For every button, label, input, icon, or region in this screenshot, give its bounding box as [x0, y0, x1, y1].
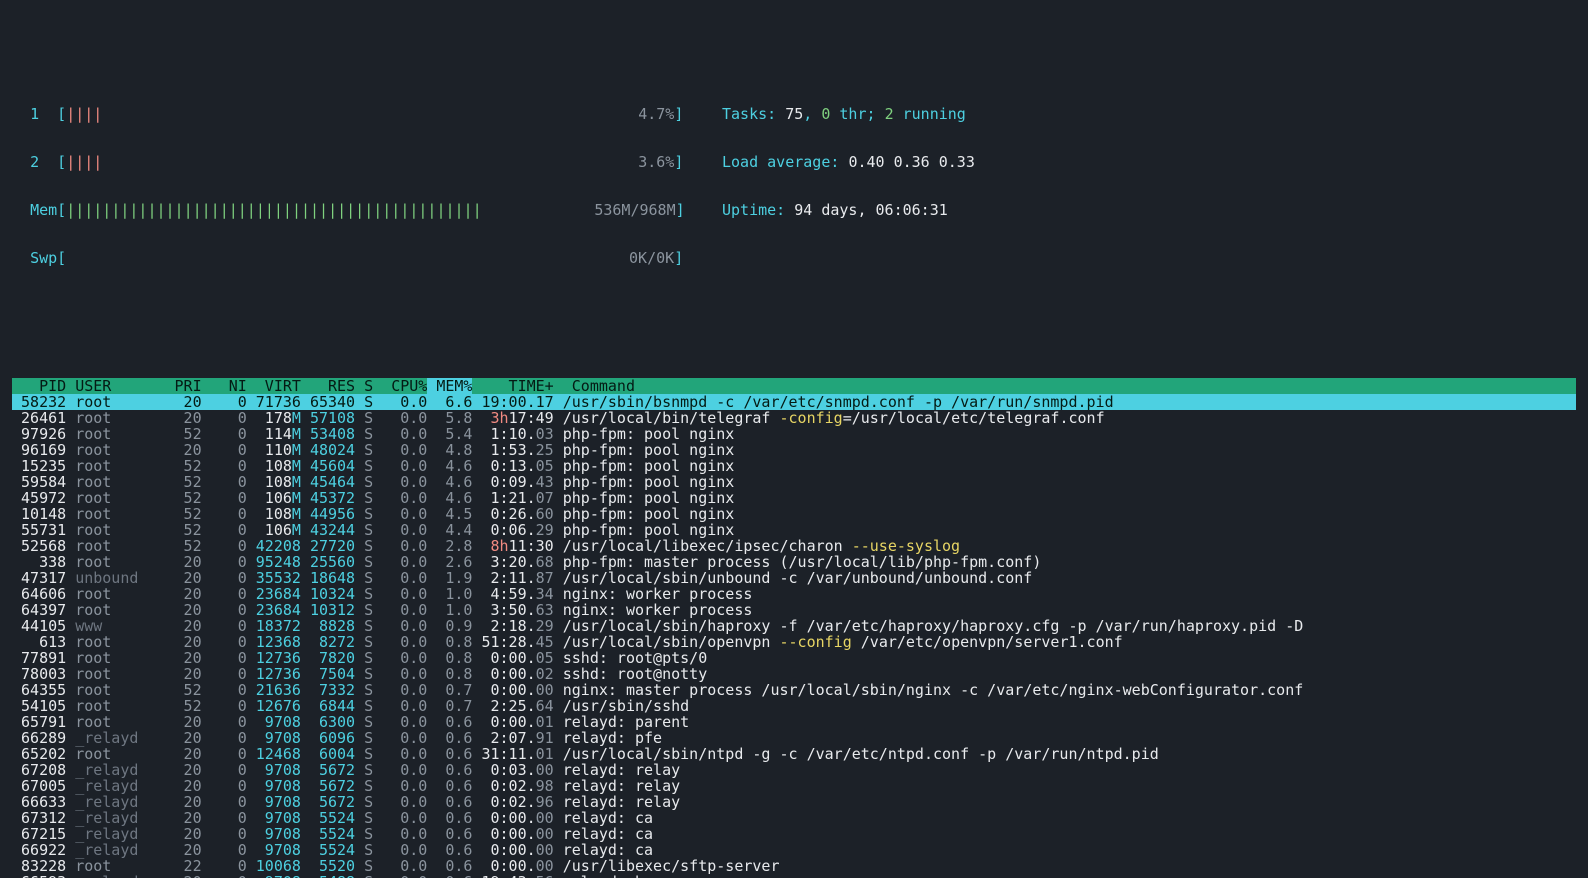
table-row[interactable]: 52568root5204220827720S0.02.88h11:30/usr… [12, 538, 1576, 554]
table-row[interactable]: 67005_relayd20097085672S0.00.60:02.98rel… [12, 778, 1576, 794]
table-row[interactable]: 67215_relayd20097085524S0.00.60:00.00rel… [12, 826, 1576, 842]
load-line: Load average: 0.40 0.36 0.33 [722, 154, 1576, 170]
tasks-line: Tasks: 75, 0 thr; 2 running [722, 106, 1576, 122]
summary: Tasks: 75, 0 thr; 2 running Load average… [722, 74, 1576, 298]
table-row[interactable]: 83228root220100685520S0.00.60:00.00/usr/… [12, 858, 1576, 874]
table-row[interactable]: 55731root520106M43244S0.04.40:06.29php-f… [12, 522, 1576, 538]
table-row[interactable]: 66593_relayd20097085488S0.00.619:43.56re… [12, 874, 1576, 878]
swp-meter: Swp[0K/0K] [12, 250, 722, 266]
table-row[interactable]: 65791root20097086300S0.00.60:00.01relayd… [12, 714, 1576, 730]
table-row[interactable]: 47317unbound2003553218648S0.01.92:11.87/… [12, 570, 1576, 586]
table-row[interactable]: 66922_relayd20097085524S0.00.60:00.00rel… [12, 842, 1576, 858]
table-row[interactable]: 64606root2002368410324S0.01.04:59.34ngin… [12, 586, 1576, 602]
table-header[interactable]: PIDUSERPRINIVIRTRESSCPU%MEM% TIME+ Comma… [12, 378, 1576, 394]
table-row[interactable]: 66633_relayd20097085672S0.00.60:02.96rel… [12, 794, 1576, 810]
table-row[interactable]: 64355root520216367332S0.00.70:00.00nginx… [12, 682, 1576, 698]
table-row[interactable]: 65202root200124686004S0.00.631:11.01/usr… [12, 746, 1576, 762]
table-row[interactable]: 96169root200110M48024S0.04.81:53.25php-f… [12, 442, 1576, 458]
uptime-line: Uptime: 94 days, 06:06:31 [722, 202, 1576, 218]
table-row[interactable]: 77891root200127367820S0.00.80:00.05sshd:… [12, 650, 1576, 666]
table-row[interactable]: 54105root520126766844S0.00.72:25.64/usr/… [12, 698, 1576, 714]
table-row[interactable]: 97926root520114M53408S0.05.41:10.03php-f… [12, 426, 1576, 442]
table-row[interactable]: 338root2009524825560S0.02.63:20.68php-fp… [12, 554, 1576, 570]
table-row[interactable]: 613root200123688272S0.00.851:28.45/usr/l… [12, 634, 1576, 650]
table-row[interactable]: 15235root520108M45604S0.04.60:13.05php-f… [12, 458, 1576, 474]
table-row[interactable]: 78003root200127367504S0.00.80:00.02sshd:… [12, 666, 1576, 682]
process-table[interactable]: PIDUSERPRINIVIRTRESSCPU%MEM% TIME+ Comma… [12, 378, 1576, 878]
cpu2-meter: 2 [||||3.6%] [12, 154, 722, 170]
table-row[interactable]: 26461root200178M57108S0.05.83h17:49/usr/… [12, 410, 1576, 426]
table-row[interactable]: 44105www200183728828S0.00.92:18.29/usr/l… [12, 618, 1576, 634]
meters-left: 1 [||||4.7%] 2 [||||3.6%] Mem[||||||||||… [12, 74, 722, 298]
table-row[interactable]: 45972root520106M45372S0.04.61:21.07php-f… [12, 490, 1576, 506]
cpu1-meter: 1 [||||4.7%] [12, 106, 722, 122]
table-row[interactable]: 67208_relayd20097085672S0.00.60:03.00rel… [12, 762, 1576, 778]
meters-section: 1 [||||4.7%] 2 [||||3.6%] Mem[||||||||||… [12, 74, 1576, 298]
table-row[interactable]: 67312_relayd20097085524S0.00.60:00.00rel… [12, 810, 1576, 826]
table-row[interactable]: 64397root2002368410312S0.01.03:50.63ngin… [12, 602, 1576, 618]
table-row[interactable]: 66289_relayd20097086096S0.00.62:07.91rel… [12, 730, 1576, 746]
mem-meter: Mem[||||||||||||||||||||||||||||||||||||… [12, 202, 722, 218]
table-row[interactable]: 10148root520108M44956S0.04.50:26.60php-f… [12, 506, 1576, 522]
table-row[interactable]: 58232root2007173665340S0.06.619:00.17/us… [12, 394, 1576, 410]
table-row[interactable]: 59584root520108M45464S0.04.60:09.43php-f… [12, 474, 1576, 490]
